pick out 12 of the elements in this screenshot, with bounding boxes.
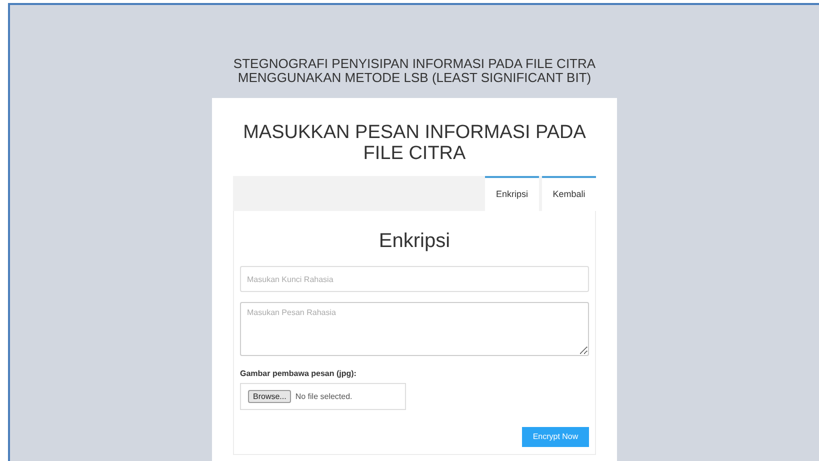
card-title: MASUKKAN PESAN INFORMASI PADA FILE CITRA (242, 122, 587, 164)
tab[interactable]: Kembali (542, 176, 596, 211)
browse-button[interactable]: Browse... (248, 390, 292, 403)
page-title: MENGGUNAKAN METODE LSB (LEAST SIGNIFICANT BIT) (238, 71, 592, 85)
file-label: Gambar pembawa pesan (jpg): (240, 368, 358, 380)
message-field[interactable]: Masukan Pesan Rahasia (240, 302, 589, 356)
page-title: STEGNOGRAFI PENYISIPAN INFORMASI PADA FILE CITRA (233, 57, 596, 71)
form-heading: Enkripsi (378, 229, 452, 254)
tab[interactable]: Enkripsi (485, 176, 539, 211)
input-field[interactable]: Masukan Kunci Rahasia (240, 266, 589, 292)
file-status: No file selected. (295, 390, 352, 402)
file-input[interactable]: Browse... No file selected. (240, 383, 406, 410)
